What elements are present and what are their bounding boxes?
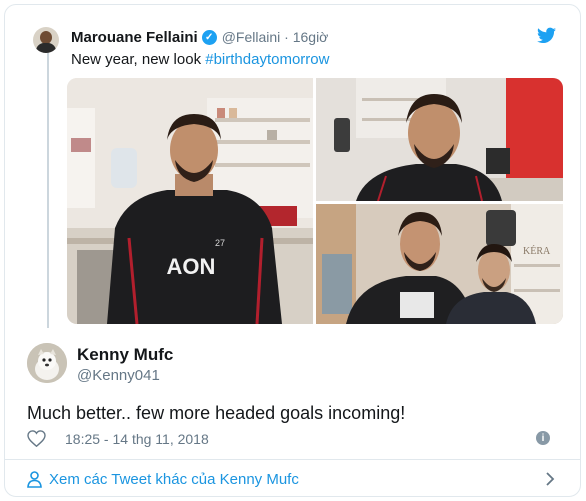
person-icon <box>27 471 42 488</box>
shirt-sponsor: AON <box>167 254 216 279</box>
photo-1[interactable]: AON 27 <box>67 78 313 324</box>
photo-2[interactable] <box>316 78 563 201</box>
kenny-avatar[interactable] <box>27 343 67 383</box>
more-tweets-link[interactable]: Xem các Tweet khác của Kenny Mufc <box>27 471 299 488</box>
hashtag-link[interactable]: #birthdaytomorrow <box>205 51 329 68</box>
fellaini-avatar[interactable] <box>33 27 59 53</box>
footer-divider <box>5 459 580 460</box>
quoted-tweet-header: Marouane Fellaini ✓ @Fellaini · 16giờ <box>71 27 328 47</box>
reply-author-name[interactable]: Kenny Mufc <box>77 345 173 365</box>
thread-line <box>47 53 49 328</box>
more-tweets-label: Xem các Tweet khác của Kenny Mufc <box>49 471 299 488</box>
reply-timestamp[interactable]: 18:25 - 14 thg 11, 2018 <box>65 431 209 447</box>
quoted-tweet-text: New year, new look #birthdaytomorrow <box>71 51 329 68</box>
photo-3[interactable]: KÉRA <box>316 204 563 324</box>
verified-badge-icon: ✓ <box>201 29 217 45</box>
quoted-text-body: New year, new look <box>71 51 206 68</box>
shirt-number: 27 <box>215 238 225 248</box>
photo-grid: AON 27 KÉRA <box>67 78 563 324</box>
info-icon[interactable]: i <box>536 431 550 445</box>
reply-author-handle[interactable]: @Kenny041 <box>77 367 160 384</box>
quoted-author-name[interactable]: Marouane Fellaini <box>71 29 198 46</box>
quoted-author-handle-time[interactable]: @Fellaini · 16giờ <box>222 29 329 45</box>
chevron-right-icon[interactable] <box>544 471 556 487</box>
reply-tweet-text: Much better.. few more headed goals inco… <box>27 403 406 423</box>
salon-sign: KÉRA <box>523 245 551 257</box>
embedded-tweet-card: Marouane Fellaini ✓ @Fellaini · 16giờ Ne… <box>4 4 581 497</box>
like-heart-icon[interactable] <box>27 430 46 447</box>
twitter-bird-icon[interactable] <box>537 27 556 44</box>
